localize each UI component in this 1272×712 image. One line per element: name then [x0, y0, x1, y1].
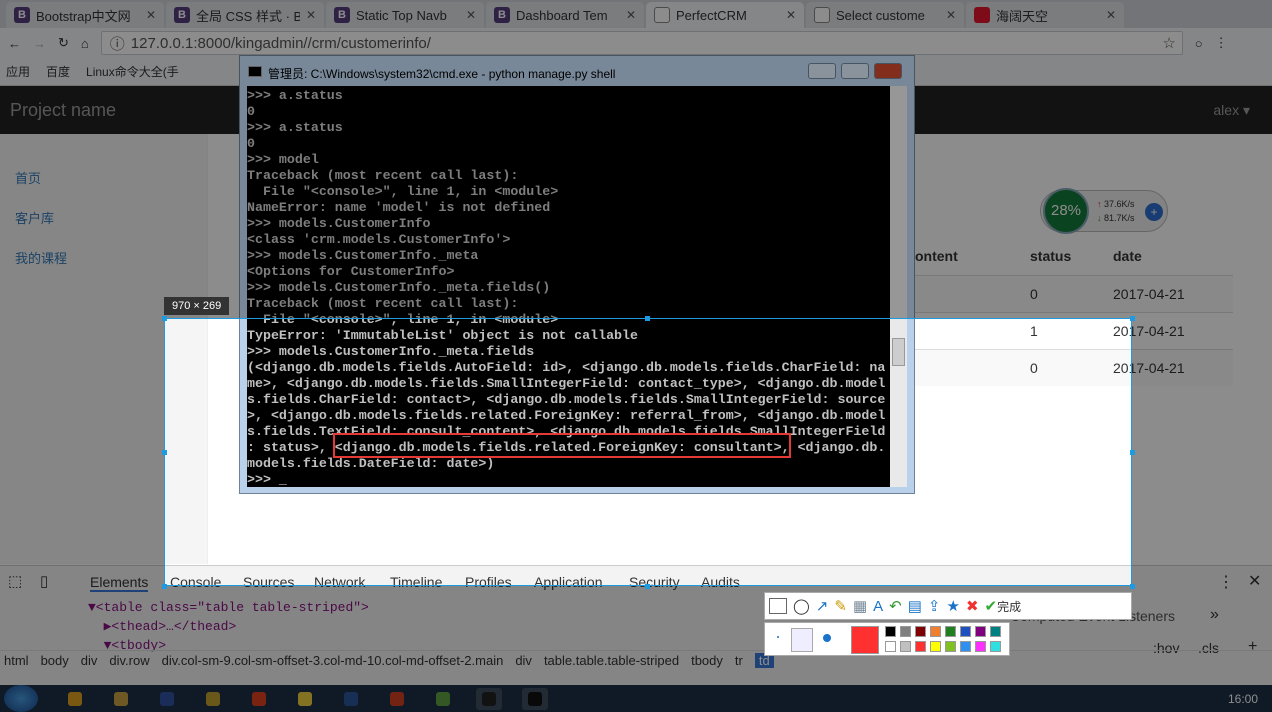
current-color	[851, 626, 879, 654]
resize-handle[interactable]	[645, 584, 650, 589]
color-swatch[interactable]	[990, 626, 1001, 637]
save-icon[interactable]: ▤	[908, 597, 922, 615]
mosaic-tool-icon[interactable]: ▦	[853, 597, 867, 615]
color-swatch[interactable]	[930, 626, 941, 637]
resize-handle[interactable]	[162, 584, 167, 589]
resize-handle[interactable]	[1130, 316, 1135, 321]
selection-size: 970 × 269	[164, 297, 230, 315]
share-icon[interactable]: ⇪	[928, 597, 941, 615]
resize-handle[interactable]	[162, 450, 167, 455]
color-swatch[interactable]	[915, 626, 926, 637]
size-large-icon[interactable]	[823, 634, 831, 642]
color-palette	[764, 622, 1010, 656]
capture-selection[interactable]	[164, 318, 1132, 586]
color-swatch[interactable]	[960, 641, 971, 652]
color-swatch[interactable]	[975, 641, 986, 652]
done-button[interactable]: ✔完成	[985, 597, 1022, 615]
capture-dim	[239, 55, 915, 318]
color-swatch[interactable]	[945, 626, 956, 637]
rectangle-tool-icon[interactable]	[769, 598, 787, 614]
pin-icon[interactable]: ★	[947, 597, 960, 615]
color-swatch[interactable]	[885, 641, 896, 652]
size-small-icon[interactable]	[777, 636, 779, 638]
cancel-icon[interactable]: ✖	[966, 597, 979, 615]
pen-tool-icon[interactable]: ✎	[834, 597, 847, 615]
resize-handle[interactable]	[1130, 450, 1135, 455]
arrow-tool-icon[interactable]: ↗	[816, 597, 829, 615]
resize-handle[interactable]	[162, 316, 167, 321]
color-swatch[interactable]	[945, 641, 956, 652]
color-swatch[interactable]	[975, 626, 986, 637]
color-swatch[interactable]	[885, 626, 896, 637]
color-swatch[interactable]	[990, 641, 1001, 652]
size-medium-icon[interactable]	[791, 628, 813, 652]
resize-handle[interactable]	[645, 316, 650, 321]
undo-icon[interactable]: ↶	[889, 597, 902, 615]
capture-dim	[0, 318, 164, 586]
color-swatch[interactable]	[900, 641, 911, 652]
color-swatch[interactable]	[900, 626, 911, 637]
capture-toolbar: ◯ ↗ ✎ ▦ A ↶ ▤ ⇪ ★ ✖ ✔完成	[764, 592, 1132, 620]
text-tool-icon[interactable]: A	[873, 598, 883, 615]
ellipse-tool-icon[interactable]: ◯	[793, 597, 810, 615]
color-swatch[interactable]	[915, 641, 926, 652]
resize-handle[interactable]	[1130, 584, 1135, 589]
color-swatch[interactable]	[960, 626, 971, 637]
capture-dim	[1132, 318, 1272, 586]
color-swatch[interactable]	[930, 641, 941, 652]
